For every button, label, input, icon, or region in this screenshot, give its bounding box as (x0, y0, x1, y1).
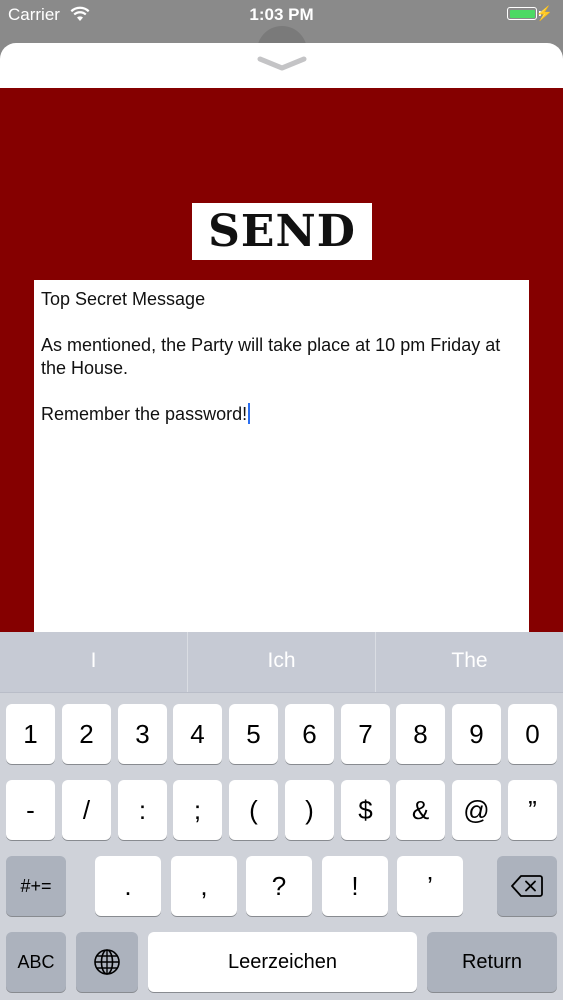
message-closing: Remember the password! (41, 404, 248, 424)
key-semicolon[interactable]: ; (173, 780, 222, 840)
text-cursor (248, 403, 251, 424)
key-slash[interactable]: / (62, 780, 111, 840)
message-title: Top Secret Message (41, 289, 206, 309)
key-4[interactable]: 4 (173, 704, 222, 764)
key-at[interactable]: @ (452, 780, 501, 840)
key-ampersand[interactable]: & (396, 780, 445, 840)
key-space[interactable]: Leerzeichen (148, 932, 417, 992)
key-period[interactable]: . (95, 856, 161, 916)
message-body: As mentioned, the Party will take place … (41, 335, 506, 378)
key-1[interactable]: 1 (6, 704, 55, 764)
charging-icon: ⚡ (535, 5, 553, 21)
key-abc[interactable]: ABC (6, 932, 66, 992)
key-comma[interactable]: , (171, 856, 237, 916)
key-exclamation[interactable]: ! (322, 856, 388, 916)
key-more-symbols[interactable]: #+= (6, 856, 66, 916)
key-8[interactable]: 8 (396, 704, 445, 764)
key-apostrophe[interactable]: ’ (397, 856, 463, 916)
send-button[interactable]: SEND (192, 203, 372, 260)
key-question[interactable]: ? (246, 856, 312, 916)
key-0[interactable]: 0 (508, 704, 557, 764)
key-2[interactable]: 2 (62, 704, 111, 764)
globe-icon (94, 949, 120, 975)
key-backspace[interactable] (497, 856, 557, 916)
status-time: 1:03 PM (249, 5, 314, 24)
key-hyphen[interactable]: - (6, 780, 55, 840)
key-open-paren[interactable]: ( (229, 780, 278, 840)
battery-icon (507, 7, 537, 20)
key-close-paren[interactable]: ) (285, 780, 334, 840)
chevron-down-icon[interactable] (257, 55, 307, 71)
prediction-1[interactable]: I (0, 632, 187, 692)
backspace-icon (511, 875, 543, 897)
key-9[interactable]: 9 (452, 704, 501, 764)
key-colon[interactable]: : (118, 780, 167, 840)
key-7[interactable]: 7 (341, 704, 390, 764)
prediction-3[interactable]: The (376, 632, 563, 692)
key-3[interactable]: 3 (118, 704, 167, 764)
prediction-bar: I Ich The (0, 632, 563, 693)
keyboard: I Ich The 1 2 3 4 5 6 7 8 9 0 - / : ; ( … (0, 632, 563, 1000)
key-dollar[interactable]: $ (341, 780, 390, 840)
prediction-2[interactable]: Ich (188, 632, 375, 692)
key-return[interactable]: Return (427, 932, 557, 992)
key-globe[interactable] (76, 932, 138, 992)
key-6[interactable]: 6 (285, 704, 334, 764)
key-quote[interactable]: ” (508, 780, 557, 840)
key-5[interactable]: 5 (229, 704, 278, 764)
